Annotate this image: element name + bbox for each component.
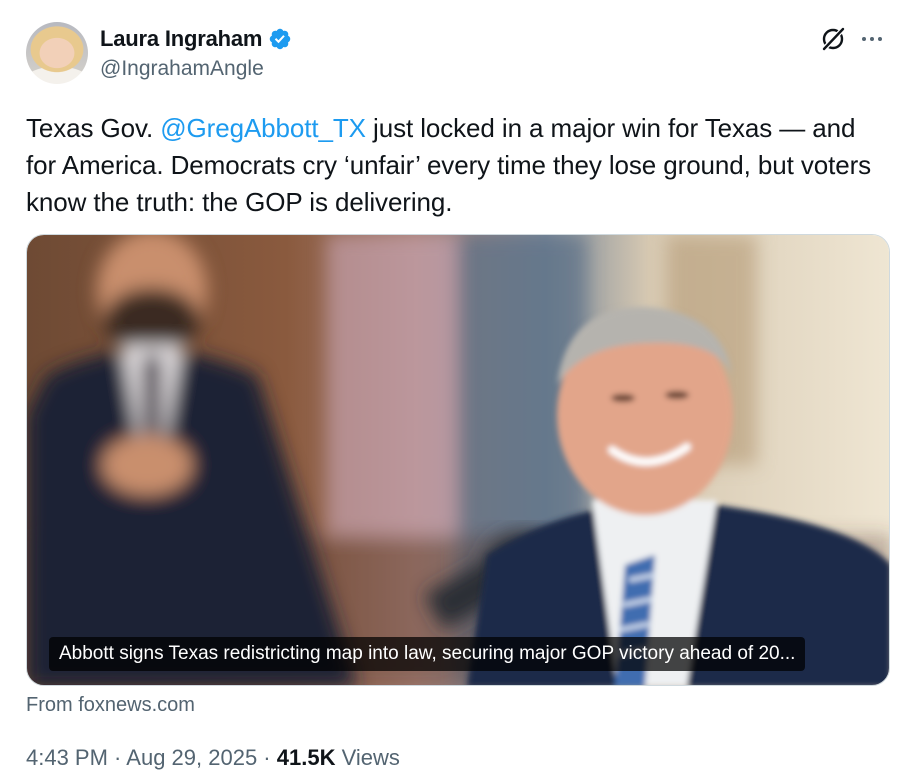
author-avatar[interactable] bbox=[26, 22, 88, 84]
views-count: 41.5K bbox=[276, 745, 336, 770]
link-card[interactable]: Abbott signs Texas redistricting map int… bbox=[26, 234, 890, 686]
views-label: Views bbox=[335, 745, 400, 770]
tweet: Laura Ingraham @IngrahamAngle Texas Gov.… bbox=[0, 0, 900, 783]
author-display-name[interactable]: Laura Ingraham bbox=[100, 26, 262, 52]
meta-separator: · bbox=[257, 745, 277, 770]
author-name-row: Laura Ingraham bbox=[100, 26, 292, 52]
more-dot bbox=[878, 37, 882, 41]
mention-link[interactable]: @GregAbbott_TX bbox=[160, 113, 366, 143]
tweet-meta: 4:43 PM · Aug 29, 2025 · 41.5K Views bbox=[26, 745, 400, 771]
article-photo bbox=[27, 235, 889, 685]
meta-separator: · bbox=[107, 745, 127, 770]
tweet-date[interactable]: Aug 29, 2025 bbox=[126, 745, 257, 770]
more-dot bbox=[862, 37, 866, 41]
author-handle[interactable]: @IngrahamAngle bbox=[100, 57, 264, 81]
more-options-icon[interactable] bbox=[858, 26, 886, 52]
tweet-text-before: Texas Gov. bbox=[26, 113, 161, 143]
more-dot bbox=[870, 37, 874, 41]
tweet-time[interactable]: 4:43 PM bbox=[26, 745, 108, 770]
verified-badge-icon bbox=[270, 28, 291, 50]
grok-icon[interactable] bbox=[818, 24, 848, 54]
link-card-source[interactable]: From foxnews.com bbox=[26, 694, 195, 717]
tweet-text: Texas Gov. @GregAbbott_TX just locked in… bbox=[26, 110, 886, 221]
link-card-title: Abbott signs Texas redistricting map int… bbox=[49, 637, 806, 671]
